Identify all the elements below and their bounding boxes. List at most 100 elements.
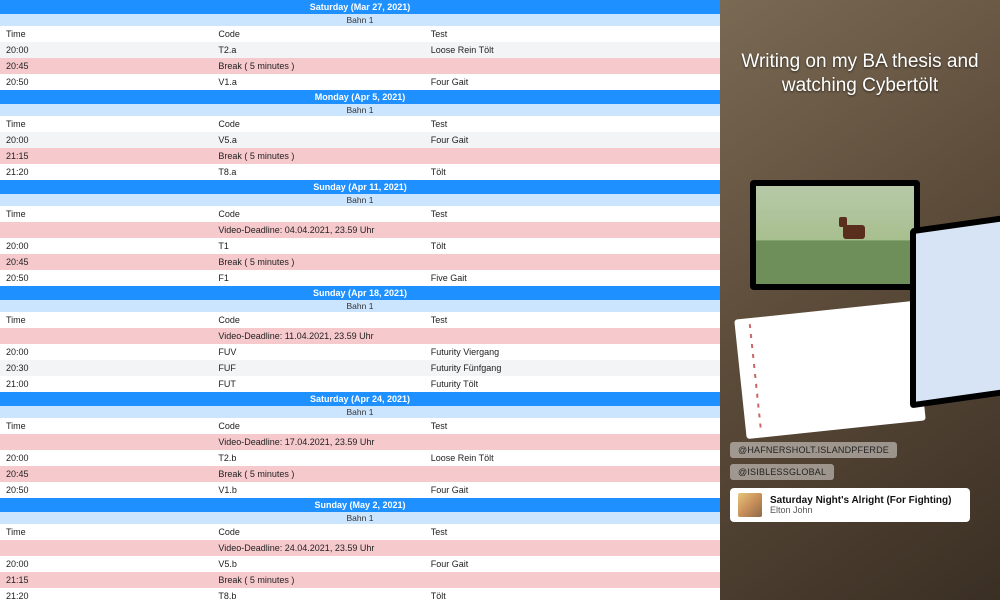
schedule-row: Video-Deadline: 04.04.2021, 23.59 Uhr (0, 222, 720, 238)
cell-test: Test (431, 119, 714, 129)
cell-code: Break ( 5 minutes ) (218, 151, 430, 161)
schedule-row: 20:50V1.bFour Gait (0, 482, 720, 498)
cell-time: Time (6, 421, 218, 431)
cell-test: Tölt (431, 241, 714, 251)
cell-time (6, 331, 218, 341)
cell-test (431, 151, 714, 161)
schedule-row: 20:45Break ( 5 minutes ) (0, 254, 720, 270)
cell-test: Test (431, 421, 714, 431)
cell-time: 20:50 (6, 273, 218, 283)
mention-tag[interactable]: @ISIBLESSGLOBAL (730, 464, 834, 480)
cell-test: Test (431, 315, 714, 325)
cell-code: Video-Deadline: 11.04.2021, 23.59 Uhr (218, 331, 430, 341)
cell-time: 20:00 (6, 135, 218, 145)
schedule-row: TimeCodeTest (0, 418, 720, 434)
laptop-prop (910, 212, 1000, 409)
cell-code: V5.a (218, 135, 430, 145)
music-meta: Saturday Night's Alright (For Fighting) … (770, 495, 951, 516)
schedule-row: TimeCodeTest (0, 26, 720, 42)
schedule-row: 21:00FUTFuturity Tölt (0, 376, 720, 392)
day-header: Sunday (Apr 18, 2021) (0, 286, 720, 300)
cell-test (431, 543, 714, 553)
cell-code: T8.a (218, 167, 430, 177)
cell-time: Time (6, 209, 218, 219)
music-sticker[interactable]: Saturday Night's Alright (For Fighting) … (730, 488, 970, 522)
cell-code: T8.b (218, 591, 430, 600)
cell-code: V1.b (218, 485, 430, 495)
schedule-row: 20:00T2.bLoose Rein Tölt (0, 450, 720, 466)
story-tags: @HAFNERSHOLT.ISLANDPFERDE @ISIBLESSGLOBA… (730, 442, 897, 480)
schedule-row: 21:15Break ( 5 minutes ) (0, 148, 720, 164)
cell-test: Four Gait (431, 559, 714, 569)
cell-time: 20:45 (6, 257, 218, 267)
cell-code: Code (218, 119, 430, 129)
album-art-icon (738, 493, 762, 517)
schedule-row: Video-Deadline: 11.04.2021, 23.59 Uhr (0, 328, 720, 344)
schedule-row: TimeCodeTest (0, 206, 720, 222)
day-block: Saturday (Mar 27, 2021)Bahn 1TimeCodeTes… (0, 0, 720, 90)
cell-test: Four Gait (431, 135, 714, 145)
cell-code: Break ( 5 minutes ) (218, 469, 430, 479)
cell-time: 21:15 (6, 575, 218, 585)
schedule-row: TimeCodeTest (0, 116, 720, 132)
schedule-row: Video-Deadline: 17.04.2021, 23.59 Uhr (0, 434, 720, 450)
cell-time: 20:45 (6, 469, 218, 479)
arena-header: Bahn 1 (0, 512, 720, 524)
arena-header: Bahn 1 (0, 406, 720, 418)
cell-code: FUV (218, 347, 430, 357)
mention-tag[interactable]: @HAFNERSHOLT.ISLANDPFERDE (730, 442, 897, 458)
cell-time: 20:00 (6, 453, 218, 463)
cell-code: Break ( 5 minutes ) (218, 257, 430, 267)
schedule-row: 20:30FUFFuturity Fünfgang (0, 360, 720, 376)
cell-time: 21:20 (6, 167, 218, 177)
arena-header: Bahn 1 (0, 300, 720, 312)
schedule-row: 20:00T1Tölt (0, 238, 720, 254)
cell-test: Loose Rein Tölt (431, 45, 714, 55)
cell-code: V5.b (218, 559, 430, 569)
cell-test: Four Gait (431, 485, 714, 495)
horse-icon (843, 225, 865, 239)
cell-code: F1 (218, 273, 430, 283)
schedule-row: 20:45Break ( 5 minutes ) (0, 58, 720, 74)
music-artist: Elton John (770, 506, 951, 516)
cell-test (431, 331, 714, 341)
cell-code: T1 (218, 241, 430, 251)
cell-code: V1.a (218, 77, 430, 87)
arena-header: Bahn 1 (0, 194, 720, 206)
story-panel: Writing on my BA thesis and watching Cyb… (720, 0, 1000, 600)
cell-test: Test (431, 29, 714, 39)
day-header: Monday (Apr 5, 2021) (0, 90, 720, 104)
schedule-row: TimeCodeTest (0, 312, 720, 328)
day-block: Saturday (Apr 24, 2021)Bahn 1TimeCodeTes… (0, 392, 720, 498)
schedule-row: 20:00FUVFuturity Viergang (0, 344, 720, 360)
notebook-prop (734, 301, 926, 439)
cell-code: Break ( 5 minutes ) (218, 575, 430, 585)
cell-time: 20:50 (6, 77, 218, 87)
cell-time: 21:20 (6, 591, 218, 600)
cell-time: 21:15 (6, 151, 218, 161)
day-block: Sunday (May 2, 2021)Bahn 1TimeCodeTest Vi… (0, 498, 720, 600)
cell-code: Code (218, 527, 430, 537)
cell-time: Time (6, 29, 218, 39)
day-header: Saturday (Mar 27, 2021) (0, 0, 720, 14)
laptop-screen (916, 218, 1000, 401)
schedule-row: 20:00T2.aLoose Rein Tölt (0, 42, 720, 58)
arena-header: Bahn 1 (0, 104, 720, 116)
cell-test (431, 225, 714, 235)
cell-test: Tölt (431, 591, 714, 600)
cell-test: Tölt (431, 167, 714, 177)
cell-time: 20:00 (6, 45, 218, 55)
cell-time (6, 225, 218, 235)
day-header: Sunday (Apr 11, 2021) (0, 180, 720, 194)
cell-test: Test (431, 209, 714, 219)
cell-code: T2.a (218, 45, 430, 55)
cell-test: Four Gait (431, 77, 714, 87)
cell-code: Video-Deadline: 24.04.2021, 23.59 Uhr (218, 543, 430, 553)
cell-time: 20:30 (6, 363, 218, 373)
cell-time: Time (6, 315, 218, 325)
day-header: Sunday (May 2, 2021) (0, 498, 720, 512)
day-block: Sunday (Apr 11, 2021)Bahn 1TimeCodeTestV… (0, 180, 720, 286)
schedule-row: 21:15Break ( 5 minutes ) (0, 572, 720, 588)
schedule-row: TimeCodeTest (0, 524, 720, 540)
schedule-row: 20:00V5.aFour Gait (0, 132, 720, 148)
